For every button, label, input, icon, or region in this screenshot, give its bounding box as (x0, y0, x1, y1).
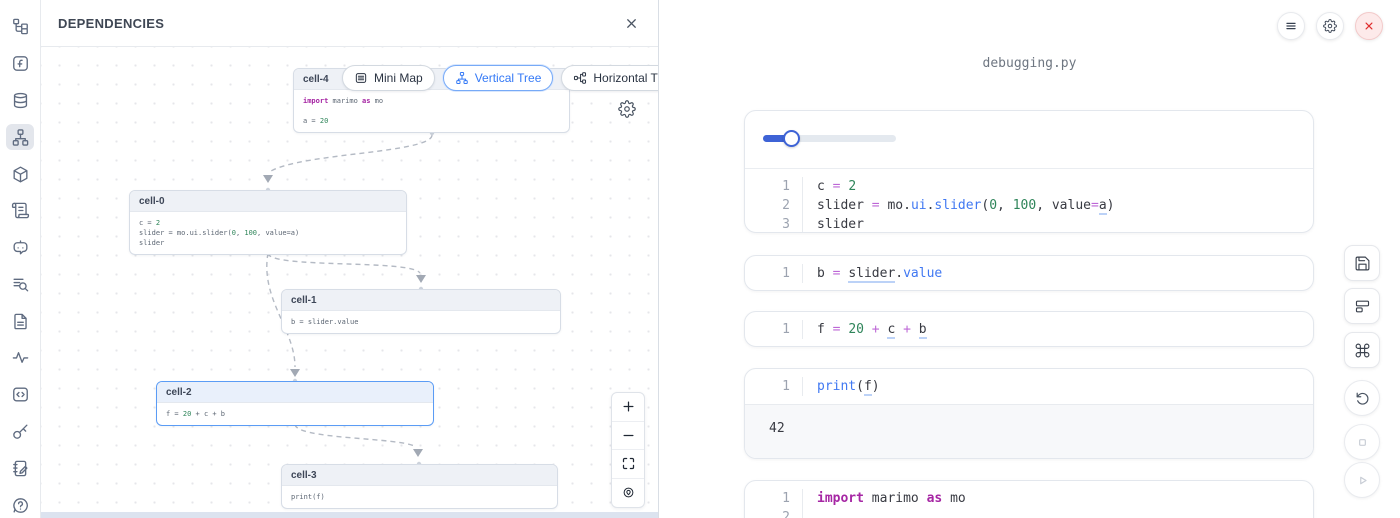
graph-toolbar: Mini Map Vertical Tree Horizontal Tree (342, 65, 658, 91)
graph-node-cell-2[interactable]: cell-2f = 20 + c + b (156, 381, 434, 426)
graph-node-code: import marimo as mo a = 20 (294, 90, 569, 132)
key-icon[interactable] (6, 419, 34, 445)
line-numbers: 12 (745, 489, 803, 518)
mini-map-button[interactable]: Mini Map (342, 65, 435, 91)
shutdown-close-icon[interactable] (1355, 12, 1383, 40)
code-line (817, 508, 966, 518)
help-circle-icon[interactable] (6, 492, 34, 518)
vertical-tree-label: Vertical Tree (475, 71, 542, 85)
notebook-cell-0[interactable]: 123c = 2slider = mo.ui.slider(0, 100, va… (744, 110, 1314, 233)
graph-node-code: print(f) (282, 486, 557, 508)
vertical-tree-button[interactable]: Vertical Tree (443, 65, 554, 91)
graph-settings-gear-icon[interactable] (617, 100, 637, 120)
notebook-cell-1[interactable]: 1 b = slider.value (744, 255, 1314, 291)
cell-output: 42 (745, 404, 1313, 459)
code-lines: import marimo as mo (803, 489, 966, 518)
run-all-icon[interactable] (1344, 462, 1380, 498)
code-line: print(f) (817, 377, 880, 396)
stop-icon[interactable] (1344, 424, 1380, 460)
graph-node-code: b = slider.value (282, 311, 560, 333)
code-lines: print(f) (803, 377, 880, 396)
file-tree-icon[interactable] (6, 14, 34, 40)
graph-node-cell-0[interactable]: cell-0c = 2slider = mo.ui.slider(0, 100,… (129, 190, 407, 255)
code-lines: f = 20 + c + b (803, 320, 927, 339)
mini-map-icon (354, 71, 368, 85)
line-numbers: 1 (745, 320, 803, 339)
dependencies-panel: DEPENDENCIES cell-4import marimo as mo a… (41, 0, 659, 518)
code-line: b = slider.value (817, 264, 942, 283)
code-editor[interactable]: 1 print(f) (745, 369, 1313, 404)
function-square-icon[interactable] (6, 51, 34, 77)
notebook-topbar (1277, 12, 1383, 40)
file-text-icon[interactable] (6, 308, 34, 334)
graph-node-code: f = 20 + c + b (157, 403, 433, 425)
notebook-cell-2[interactable]: 1 f = 20 + c + b (744, 311, 1314, 347)
close-panel-button[interactable] (622, 14, 641, 33)
menu-icon[interactable] (1277, 12, 1305, 40)
slider-widget[interactable] (745, 111, 1313, 169)
left-icon-rail (0, 0, 41, 518)
code-square-icon[interactable] (6, 382, 34, 408)
fit-view-button[interactable] (612, 450, 644, 479)
locate-button[interactable] (612, 479, 644, 508)
save-icon[interactable] (1344, 245, 1380, 281)
notebook-filename: debugging.py (659, 56, 1400, 71)
slider-thumb[interactable] (783, 130, 800, 147)
code-editor[interactable]: 12 import marimo as mo (745, 481, 1313, 518)
database-icon[interactable] (6, 88, 34, 114)
package-icon[interactable] (6, 161, 34, 187)
code-editor[interactable]: 1 b = slider.value (745, 256, 1313, 291)
code-line: import marimo as mo (817, 489, 966, 508)
code-line: slider (817, 215, 1114, 233)
layout-icon[interactable] (1344, 288, 1380, 324)
graph-node-title: cell-2 (157, 382, 433, 403)
graph-node-cell-3[interactable]: cell-3print(f) (281, 464, 558, 509)
graph-node-code: c = 2slider = mo.ui.slider(0, 100, value… (130, 212, 406, 254)
scroll-text-icon[interactable] (6, 198, 34, 224)
vertical-tree-icon (455, 71, 469, 85)
horizontal-tree-icon (573, 71, 587, 85)
activity-icon[interactable] (6, 345, 34, 371)
settings-gear-icon[interactable] (1316, 12, 1344, 40)
keyboard-shortcuts-icon[interactable] (1344, 332, 1380, 368)
code-lines: b = slider.value (803, 264, 942, 283)
code-lines: c = 2slider = mo.ui.slider(0, 100, value… (803, 177, 1114, 233)
graph-node-cell-1[interactable]: cell-1b = slider.value (281, 289, 561, 334)
notebook-panel: debugging.py 123c = 2slider = mo.ui.slid… (659, 0, 1400, 518)
horizontal-tree-label: Horizontal Tree (593, 71, 658, 85)
zoom-out-button[interactable] (612, 422, 644, 451)
line-numbers: 123 (745, 177, 803, 233)
code-editor[interactable]: 1 f = 20 + c + b (745, 312, 1313, 347)
bot-chat-icon[interactable] (6, 235, 34, 261)
line-numbers: 1 (745, 264, 803, 283)
marimo-app: DEPENDENCIES cell-4import marimo as mo a… (0, 0, 1400, 518)
dependencies-header: DEPENDENCIES (41, 0, 658, 47)
notebook-pen-icon[interactable] (6, 455, 34, 481)
dependencies-title: DEPENDENCIES (58, 16, 164, 31)
line-numbers: 1 (745, 377, 803, 396)
zoom-in-button[interactable] (612, 393, 644, 422)
log-search-icon[interactable] (6, 271, 34, 297)
code-editor[interactable]: 123c = 2slider = mo.ui.slider(0, 100, va… (745, 169, 1313, 233)
code-line: c = 2 (817, 177, 1114, 196)
horizontal-tree-button[interactable]: Horizontal Tree (561, 65, 658, 91)
code-line: f = 20 + c + b (817, 320, 927, 339)
notebook-cell-3[interactable]: 1 print(f) 42 (744, 368, 1314, 459)
code-line: slider = mo.ui.slider(0, 100, value=a) (817, 196, 1114, 215)
notebook-cell-4[interactable]: 12 import marimo as mo (744, 480, 1314, 518)
slider-track[interactable] (763, 135, 896, 142)
dependency-graph-icon[interactable] (6, 124, 34, 150)
graph-node-title: cell-0 (130, 191, 406, 212)
graph-node-title: cell-1 (282, 290, 560, 311)
graph-minimap-strip (41, 512, 658, 518)
mini-map-label: Mini Map (374, 71, 423, 85)
zoom-controls (611, 392, 645, 508)
graph-node-title: cell-3 (282, 465, 557, 486)
undo-icon[interactable] (1344, 380, 1380, 416)
dependency-graph-canvas[interactable]: cell-4import marimo as mo a = 20cell-0c … (41, 47, 658, 518)
